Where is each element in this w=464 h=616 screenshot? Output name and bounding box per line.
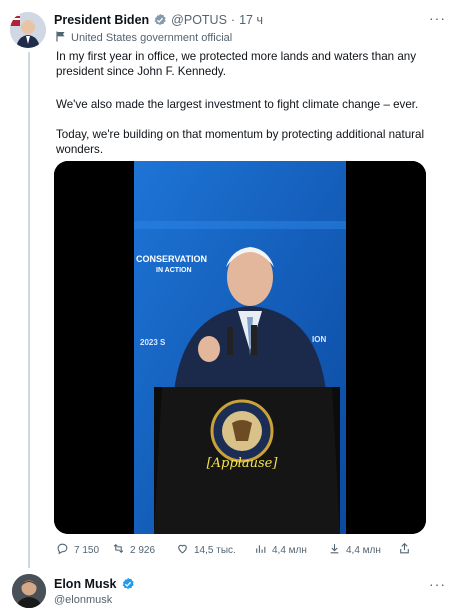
verified-icon: [153, 13, 167, 27]
banner-year-text: 2023 S: [140, 338, 166, 347]
separator-dot: ·: [230, 13, 236, 27]
government-label-text: United States government official: [71, 32, 233, 44]
like-icon: [176, 542, 189, 558]
tweet-actions: 7 150 2 926 14,5 тыс. 4,4 млн 4,4 млн: [56, 542, 416, 560]
author-handle[interactable]: @POTUS: [171, 13, 227, 27]
retweet-button[interactable]: 2 926: [112, 542, 155, 558]
views-count: 4,4 млн: [272, 544, 307, 556]
share-icon: [398, 542, 411, 558]
reply-count: 7 150: [74, 544, 100, 556]
more-icon[interactable]: ···: [429, 10, 446, 26]
video-player[interactable]: CONSERVATION IN ACTION 2023 S ION [Appla…: [54, 161, 426, 534]
more-icon[interactable]: ···: [429, 576, 446, 592]
bookmark-count: 4,4 млн: [346, 544, 381, 556]
avatar[interactable]: [12, 574, 46, 608]
tweet-text-paragraph: Today, we're building on that momentum b…: [56, 128, 425, 156]
reply-button[interactable]: 7 150: [56, 542, 99, 558]
avatar[interactable]: [10, 12, 46, 48]
tweet-text-paragraph: In my first year in office, we protected…: [56, 50, 417, 78]
share-button[interactable]: [398, 542, 411, 558]
banner-text: CONSERVATION: [136, 254, 207, 264]
next-tweet-header: Elon Musk: [54, 577, 135, 591]
banner-side-text: ION: [312, 335, 326, 344]
banner-subtext: IN ACTION: [156, 267, 192, 274]
views-icon: [254, 542, 267, 558]
government-flag-icon: [56, 31, 66, 45]
thread-line: [28, 52, 30, 568]
bookmark-button[interactable]: 4,4 млн: [328, 542, 381, 558]
bookmark-icon: [328, 542, 341, 558]
author-name[interactable]: President Biden: [54, 13, 149, 27]
tweet-text-paragraph: We've also made the largest investment t…: [56, 98, 419, 111]
like-count: 14,5 тыс.: [194, 544, 236, 556]
like-button[interactable]: 14,5 тыс.: [176, 542, 236, 558]
timestamp[interactable]: 17 ч: [239, 13, 263, 27]
presidential-seal-icon: [210, 399, 274, 463]
next-author-name[interactable]: Elon Musk: [54, 577, 117, 591]
retweet-icon: [112, 542, 125, 558]
next-author-handle[interactable]: @elonmusk: [54, 594, 112, 606]
government-label: United States government official: [56, 31, 232, 45]
tweet-header: President Biden @POTUS · 17 ч: [54, 11, 434, 29]
retweet-count: 2 926: [130, 544, 156, 556]
tweet[interactable]: President Biden @POTUS · 17 ч ··· United…: [0, 0, 464, 570]
verified-icon: [121, 577, 135, 591]
views-button[interactable]: 4,4 млн: [254, 542, 307, 558]
reply-icon: [56, 542, 69, 558]
video-caption: [Applause]: [207, 456, 279, 471]
